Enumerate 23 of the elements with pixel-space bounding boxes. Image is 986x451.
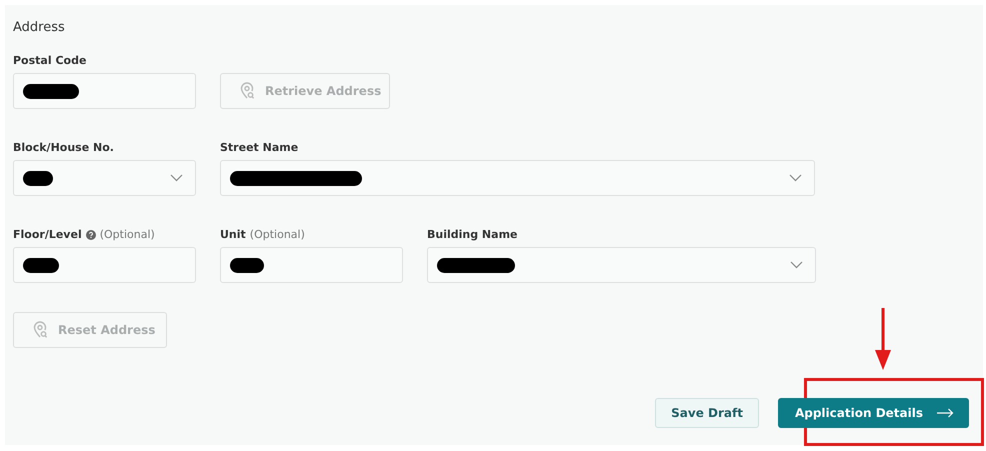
next-button[interactable]: Application Details	[778, 398, 969, 428]
field-label: Unit	[220, 226, 246, 243]
input-field[interactable]	[13, 247, 196, 283]
section-title: Address	[13, 19, 65, 37]
location-pin-icon	[32, 321, 48, 339]
input-field[interactable]	[13, 73, 196, 109]
input-field[interactable]	[220, 247, 403, 283]
field-label: Block/House No.	[13, 140, 114, 156]
chevron-down-icon	[790, 261, 803, 269]
location-pin-icon	[239, 82, 255, 100]
optional-hint: (Optional)	[100, 226, 155, 243]
field-label: Street Name	[220, 140, 298, 156]
chevron-down-icon	[789, 174, 802, 182]
field-label: Postal Code	[13, 52, 86, 69]
dropdown-field[interactable]	[13, 160, 196, 196]
field-label: Building Name	[427, 226, 518, 243]
chevron-down-icon	[170, 174, 183, 182]
field-label: Floor/Level	[13, 226, 82, 243]
optional-hint: (Optional)	[250, 226, 305, 243]
save-draft-button[interactable]: Save Draft	[655, 398, 759, 428]
arrow-right-icon	[937, 408, 954, 418]
dropdown-field[interactable]	[427, 247, 816, 283]
dropdown-field[interactable]	[220, 160, 815, 196]
